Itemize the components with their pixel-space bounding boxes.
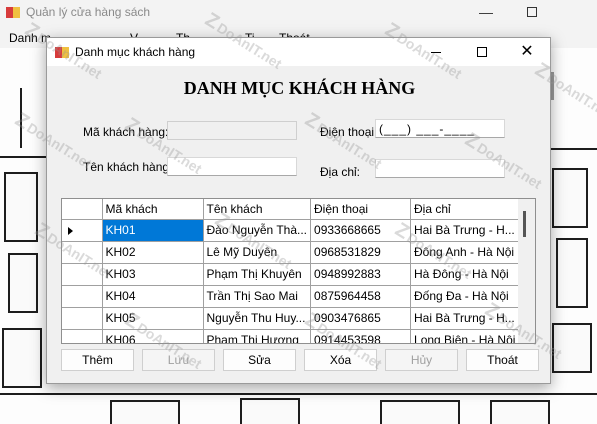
page-title: DANH MỤC KHÁCH HÀNG	[183, 78, 416, 98]
grid-vertical-scrollbar[interactable]	[518, 199, 535, 343]
sketch-window	[380, 400, 460, 424]
dialog-minimize-button[interactable]	[413, 38, 459, 66]
table-cell-phone[interactable]: 0933668665	[310, 219, 412, 242]
row-header[interactable]	[62, 307, 103, 330]
sketch-window	[490, 400, 550, 424]
maximize-icon	[477, 47, 487, 57]
table-cell-ma[interactable]: KH01	[102, 219, 204, 242]
table-cell-ten[interactable]: Đào Nguyễn Thà...	[203, 219, 312, 242]
dialog-titlebar: Danh mục khách hàng ✕	[47, 38, 550, 66]
main-minimize-button[interactable]: —	[463, 0, 509, 26]
scrollbar-thumb[interactable]	[523, 211, 526, 237]
sketch-window	[8, 253, 38, 313]
main-titlebar: Quản lý cửa hàng sách —	[0, 0, 597, 26]
table-cell-ten[interactable]: Lê Mỹ Duyên	[203, 241, 312, 264]
table-cell-ten[interactable]: Phạm Thị Khuyên	[203, 263, 312, 286]
customer-data-grid[interactable]: Mã khách Tên khách Điện thoại Địa chỉ KH…	[61, 198, 536, 344]
table-cell-phone[interactable]: 0914453598	[310, 329, 412, 343]
dia-chi-field[interactable]	[375, 159, 505, 178]
luu-button[interactable]: Lưu	[142, 349, 215, 371]
huy-button[interactable]: Hủy	[385, 349, 458, 371]
row-header-corner	[62, 199, 103, 220]
them-button[interactable]: Thêm	[61, 349, 134, 371]
book-app-icon	[6, 6, 20, 19]
minimize-icon	[431, 52, 441, 53]
column-header-dien-thoai[interactable]: Điện thoại	[310, 199, 412, 220]
sketch-window	[110, 400, 180, 424]
table-cell-ten[interactable]: Nguyễn Thu Huy...	[203, 307, 312, 330]
table-row[interactable]: KH01 Đào Nguyễn Thà... 0933668665 Hai Bà…	[62, 219, 520, 242]
table-row[interactable]: KH06 Phạm Thị Hương 0914453598 Long Biên…	[62, 329, 520, 343]
table-cell-phone[interactable]: 0968531829	[310, 241, 412, 264]
table-cell-phone[interactable]: 0903476865	[310, 307, 412, 330]
customer-table: Mã khách Tên khách Điện thoại Địa chỉ KH…	[62, 199, 520, 343]
ten-khach-hang-label: Tên khách hàng	[83, 160, 170, 174]
main-maximize-button[interactable]	[509, 0, 555, 26]
book-app-icon	[55, 46, 69, 59]
column-header-ma-khach[interactable]: Mã khách	[102, 199, 204, 220]
dialog-maximize-button[interactable]	[459, 38, 505, 66]
current-row-arrow-icon	[68, 226, 73, 235]
table-row[interactable]: KH03 Phạm Thị Khuyên 0948992883 Hà Đông …	[62, 263, 520, 286]
dialog-title: Danh mục khách hàng	[75, 45, 196, 59]
sketch-line	[0, 156, 46, 158]
ma-khach-hang-label: Mã khách hàng:	[83, 125, 169, 139]
table-cell-address[interactable]: Hai Bà Trưng - H...	[410, 219, 520, 242]
table-cell-ma[interactable]: KH02	[102, 241, 204, 264]
table-cell-ma[interactable]: KH06	[102, 329, 204, 343]
sketch-line	[551, 148, 597, 150]
sketch-window	[556, 238, 588, 308]
sketch-window	[240, 398, 300, 424]
ma-khach-hang-field[interactable]	[167, 121, 297, 140]
column-header-dia-chi[interactable]: Địa chỉ	[410, 199, 520, 220]
row-header[interactable]	[62, 241, 103, 264]
dien-thoai-label: Điện thoại:	[320, 125, 378, 139]
sketch-window	[552, 168, 588, 228]
sketch-window	[552, 323, 592, 373]
menu-item-danh-muc[interactable]: Danh m	[9, 31, 51, 45]
sketch-window	[2, 328, 42, 388]
table-cell-ma[interactable]: KH03	[102, 263, 204, 286]
table-cell-address[interactable]: Hà Đông - Hà Nội	[410, 263, 520, 286]
sketch-line	[0, 393, 597, 395]
maximize-icon	[527, 7, 537, 17]
row-header[interactable]	[62, 219, 103, 242]
table-row[interactable]: KH02 Lê Mỹ Duyên 0968531829 Đông Anh - H…	[62, 241, 520, 264]
table-row[interactable]: KH05 Nguyễn Thu Huy... 0903476865 Hai Bà…	[62, 307, 520, 330]
customer-catalog-dialog: Danh mục khách hàng ✕ DANH MỤC KHÁCH HÀN…	[46, 37, 551, 384]
row-header[interactable]	[62, 329, 103, 343]
table-cell-address[interactable]: Đông Anh - Hà Nội	[410, 241, 520, 264]
ten-khach-hang-field[interactable]	[167, 157, 297, 176]
row-header[interactable]	[62, 263, 103, 286]
sketch-window	[4, 172, 38, 242]
thoat-button[interactable]: Thoát	[466, 349, 539, 371]
row-header[interactable]	[62, 285, 103, 308]
sketch-line	[20, 88, 22, 148]
table-row[interactable]: KH04 Trần Thị Sao Mai 0875964458 Đống Đa…	[62, 285, 520, 308]
column-header-ten-khach[interactable]: Tên khách	[203, 199, 312, 220]
dialog-close-button[interactable]: ✕	[504, 38, 550, 66]
table-cell-ten[interactable]: Phạm Thị Hương	[203, 329, 312, 343]
table-cell-address[interactable]: Long Biên - Hà Nội	[410, 329, 520, 343]
table-header-row: Mã khách Tên khách Điện thoại Địa chỉ	[62, 199, 520, 220]
sua-button[interactable]: Sửa	[223, 349, 296, 371]
main-window-title: Quản lý cửa hàng sách	[26, 5, 151, 19]
table-cell-ten[interactable]: Trần Thị Sao Mai	[203, 285, 312, 308]
table-cell-phone[interactable]: 0875964458	[310, 285, 412, 308]
dien-thoai-field[interactable]: (___) ___-____	[375, 119, 505, 138]
xoa-button[interactable]: Xóa	[304, 349, 377, 371]
table-cell-phone[interactable]: 0948992883	[310, 263, 412, 286]
table-cell-address[interactable]: Đống Đa - Hà Nội	[410, 285, 520, 308]
table-cell-address[interactable]: Hai Bà Trưng - H...	[410, 307, 520, 330]
table-cell-ma[interactable]: KH04	[102, 285, 204, 308]
table-cell-ma[interactable]: KH05	[102, 307, 204, 330]
dia-chi-label: Địa chỉ:	[320, 165, 361, 179]
